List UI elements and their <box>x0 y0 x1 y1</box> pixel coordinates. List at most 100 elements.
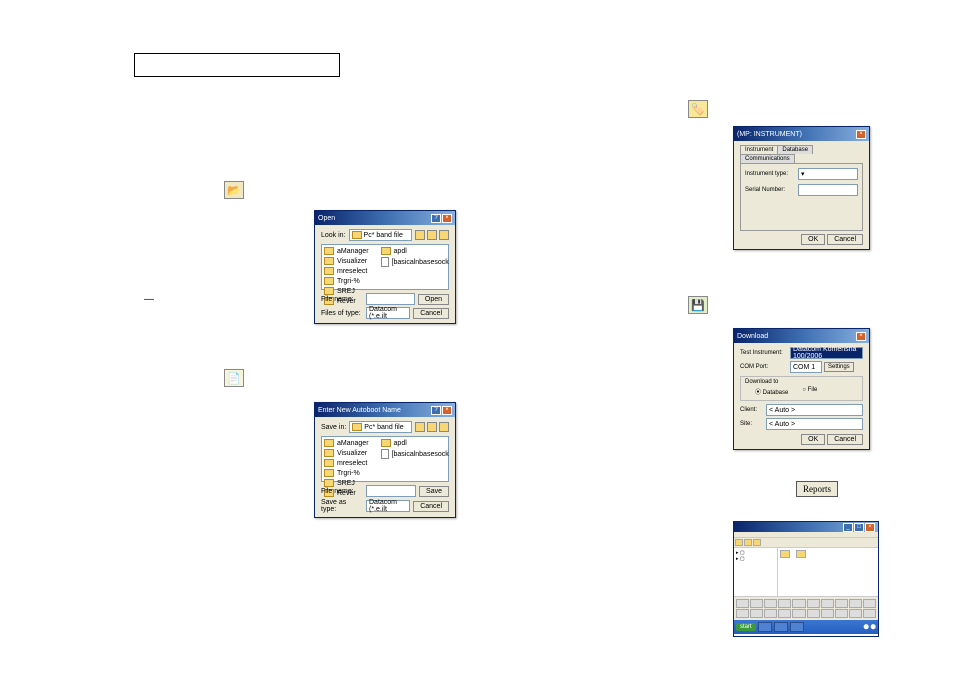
tray-icon[interactable] <box>807 609 820 618</box>
toolbar-icon[interactable] <box>735 539 743 546</box>
comport-label: COM Port: <box>740 364 788 370</box>
folder-icon <box>324 267 334 275</box>
serial-number-input[interactable] <box>798 184 858 196</box>
reports-button[interactable]: Reports <box>796 481 838 497</box>
tray-icon[interactable] <box>835 609 848 618</box>
site-dropdown[interactable]: < Auto > <box>766 418 863 430</box>
tray-icon[interactable] <box>764 609 777 618</box>
save-dialog-title: Enter New Autoboot Name <box>318 407 401 414</box>
folder-item[interactable]: mreselect <box>337 268 367 275</box>
reports-window-titlebar[interactable]: _ □ × <box>734 522 878 532</box>
test-instrument-dropdown[interactable]: Datacom Komensna 100/2006 <box>790 347 863 359</box>
tab-instrument[interactable]: Instrument <box>740 145 778 154</box>
folder-item[interactable]: SREJ <box>337 288 355 295</box>
ok-button[interactable]: OK <box>801 234 825 245</box>
savein-dropdown[interactable]: Pc* band file <box>349 421 412 433</box>
folder-icon[interactable] <box>780 550 790 558</box>
taskbar-item[interactable] <box>758 622 772 632</box>
folder-item[interactable]: aManager <box>337 440 369 447</box>
filetype-dropdown[interactable]: Datacom (*.e.ilt <box>366 307 410 319</box>
instrument-dialog-title: (MP: INSTRUMENT) <box>737 131 802 138</box>
instrument-dialog-titlebar[interactable]: (MP: INSTRUMENT) × <box>734 127 869 141</box>
filename-input[interactable] <box>366 293 415 305</box>
tray-icon[interactable] <box>792 599 805 608</box>
new-document-icon: 📄 <box>224 369 244 387</box>
reports-tree[interactable]: ▸ ▢ ▸ ▢ <box>734 548 778 596</box>
folder-item[interactable]: mreselect <box>337 460 367 467</box>
instrument-type-dropdown[interactable]: ▾ <box>798 168 858 180</box>
file-item[interactable]: apdl <box>394 440 407 447</box>
tray-icon[interactable] <box>736 599 749 608</box>
open-dialog-titlebar[interactable]: Open ? × <box>315 211 455 225</box>
folder-item[interactable]: Visualizer <box>337 450 367 457</box>
save-dialog-titlebar[interactable]: Enter New Autoboot Name ? × <box>315 403 455 417</box>
close-icon[interactable]: × <box>856 332 866 341</box>
minimize-icon[interactable]: _ <box>843 523 853 532</box>
help-icon[interactable]: ? <box>431 406 441 415</box>
view-menu-icon[interactable] <box>439 422 449 432</box>
save-button[interactable]: Save <box>419 486 449 497</box>
tray-icon[interactable] <box>764 599 777 608</box>
close-icon[interactable]: × <box>442 406 452 415</box>
folder-item[interactable]: Trgri-% <box>337 470 360 477</box>
radio-database[interactable]: ⦿ Database <box>755 387 788 396</box>
taskbar-item[interactable] <box>790 622 804 632</box>
site-label: Site: <box>740 421 764 427</box>
tray-icon[interactable] <box>778 609 791 618</box>
folder-item[interactable]: Trgri-% <box>337 278 360 285</box>
new-folder-icon[interactable] <box>427 230 437 240</box>
system-tray[interactable]: ⬤ ⬤ <box>863 624 876 630</box>
folder-item[interactable]: SREJ <box>337 480 355 487</box>
download-dialog-titlebar[interactable]: Download × <box>734 329 869 343</box>
view-menu-icon[interactable] <box>439 230 449 240</box>
folder-icon[interactable] <box>796 550 806 558</box>
settings-button[interactable]: Settings <box>824 362 854 372</box>
tray-icon[interactable] <box>821 599 834 608</box>
help-icon[interactable]: ? <box>431 214 441 223</box>
tab-communications[interactable]: Communications <box>740 154 795 163</box>
toolbar-icon[interactable] <box>744 539 752 546</box>
close-icon[interactable]: × <box>442 214 452 223</box>
up-folder-icon[interactable] <box>415 422 425 432</box>
tray-icon[interactable] <box>778 599 791 608</box>
comport-dropdown[interactable]: COM 1 <box>790 361 822 373</box>
folder-item[interactable]: Visualizer <box>337 258 367 265</box>
tray-icon[interactable] <box>849 609 862 618</box>
tab-database[interactable]: Database <box>777 145 813 154</box>
tray-icon[interactable] <box>849 599 862 608</box>
tray-icon[interactable] <box>750 609 763 618</box>
lookin-dropdown[interactable]: Pc* band file <box>349 229 412 241</box>
saveastype-label: Save as type: <box>321 499 363 513</box>
cancel-button[interactable]: Cancel <box>827 234 863 245</box>
file-item[interactable]: apdl <box>394 248 407 255</box>
up-folder-icon[interactable] <box>415 230 425 240</box>
tray-icon[interactable] <box>863 599 876 608</box>
maximize-icon[interactable]: □ <box>854 523 864 532</box>
filename-input[interactable] <box>366 485 416 497</box>
radio-file[interactable]: ○ File <box>802 387 817 396</box>
folder-item[interactable]: aManager <box>337 248 369 255</box>
close-icon[interactable]: × <box>856 130 866 139</box>
toolbar-icon[interactable] <box>753 539 761 546</box>
start-button[interactable]: start <box>736 623 756 631</box>
tray-icon[interactable] <box>835 599 848 608</box>
cancel-button[interactable]: Cancel <box>413 308 449 319</box>
tray-icon[interactable] <box>863 609 876 618</box>
new-folder-icon[interactable] <box>427 422 437 432</box>
close-icon[interactable]: × <box>865 523 875 532</box>
cancel-button[interactable]: Cancel <box>827 434 863 445</box>
ok-button[interactable]: OK <box>801 434 825 445</box>
tray-icon[interactable] <box>736 609 749 618</box>
taskbar-item[interactable] <box>774 622 788 632</box>
tray-icon[interactable] <box>807 599 820 608</box>
tray-icon[interactable] <box>821 609 834 618</box>
cancel-button[interactable]: Cancel <box>413 501 449 512</box>
file-item[interactable]: [basicalnbasesock <box>392 259 449 266</box>
saveastype-dropdown[interactable]: Datacom (*.e.ilt <box>366 500 410 512</box>
client-dropdown[interactable]: < Auto > <box>766 404 863 416</box>
tray-icon[interactable] <box>792 609 805 618</box>
file-item[interactable]: [basicalnbasesock <box>392 451 449 458</box>
folder-icon <box>324 449 334 457</box>
open-button[interactable]: Open <box>418 294 449 305</box>
tray-icon[interactable] <box>750 599 763 608</box>
